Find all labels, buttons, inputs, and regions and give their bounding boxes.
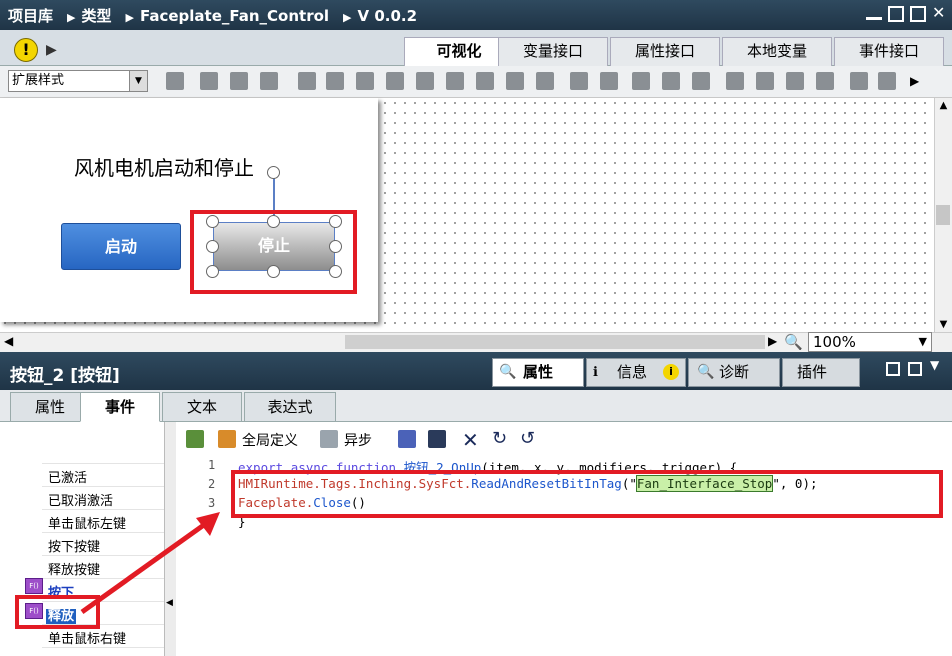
arrow-head [196, 512, 220, 536]
arrow-line [80, 519, 210, 615]
annotation-arrow [80, 512, 220, 615]
